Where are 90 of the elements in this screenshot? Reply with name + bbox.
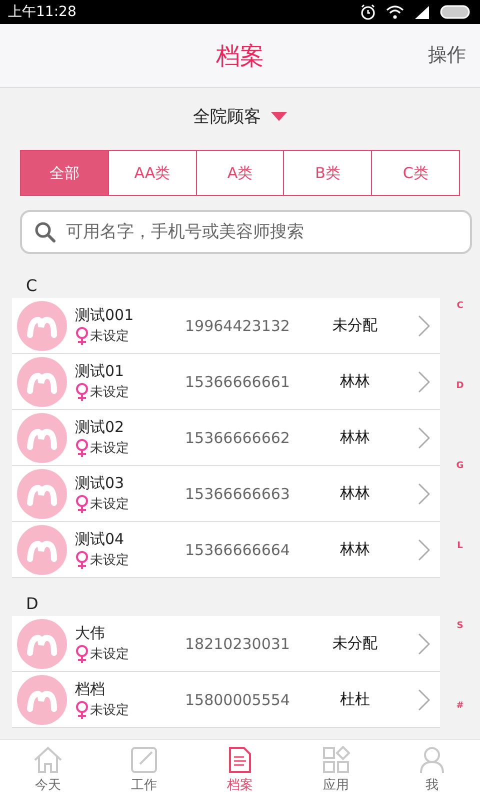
female-icon [75,495,89,513]
search-icon [34,221,56,243]
avatar-icon [17,674,67,724]
assigned-staff: 林林 [339,540,371,559]
gender-label: 未设定 [90,328,129,345]
phone-number: 18210230031 [185,634,291,652]
category-tab[interactable]: 全部 [21,151,108,195]
female-icon [75,645,89,663]
chevron-right-icon [418,426,430,448]
avatar-icon [17,524,67,574]
customer-filter-dropdown[interactable]: 全院顾客 [193,104,287,128]
nav-tab[interactable]: 今天 [0,740,96,800]
chevron-right-icon [418,632,430,654]
gender-label: 未设定 [90,646,129,663]
alarm-icon [360,4,376,20]
phone-number: 15800005554 [185,690,291,708]
female-icon [75,327,89,345]
category-tab[interactable]: B类 [283,151,372,195]
customer-row[interactable]: 测试001 未设定 19964423132 未分配 [12,298,440,354]
section-letter: D [26,594,38,612]
customer-name: 测试02 [75,418,126,437]
female-icon [75,701,89,719]
customer-row[interactable]: 测试04 未设定 15366666664 林林 [12,522,440,578]
customer-row[interactable]: 测试02 未设定 15366666662 林林 [12,410,440,466]
assigned-staff: 林林 [339,372,371,391]
chevron-right-icon [418,370,430,392]
index-letter[interactable]: G [456,460,464,473]
customer-row[interactable]: 测试03 未设定 15366666663 林林 [12,466,440,522]
index-letter[interactable]: L [457,540,463,553]
status-time: 上午11:28 [8,3,76,21]
index-letter[interactable]: C [456,300,464,313]
avatar-icon [17,618,67,668]
phone-number: 15366666663 [185,484,291,502]
chevron-right-icon [418,482,430,504]
customer-row[interactable]: 大伟 未设定 18210230031 未分配 [12,616,440,672]
nav-tab[interactable]: 我 [384,740,480,800]
phone-number: 15366666662 [185,428,291,446]
gender-label: 未设定 [90,552,129,569]
category-tab[interactable]: C类 [371,151,459,195]
document-icon [228,746,252,774]
assigned-staff: 杜杜 [339,690,371,709]
battery-icon [440,4,472,20]
action-button[interactable]: 操作 [428,42,466,68]
assigned-staff: 未分配 [332,634,378,653]
index-letter[interactable]: # [456,700,464,713]
apps-icon [322,746,350,774]
customer-row[interactable]: 档档 未设定 15800005554 杜杜 [12,672,440,728]
customer-name: 测试04 [75,530,126,549]
section-letter: C [26,276,38,294]
chevron-right-icon [418,538,430,560]
avatar-icon [17,300,67,350]
index-letter[interactable]: D [456,380,464,393]
phone-number: 15366666664 [185,540,291,558]
home-icon [33,746,63,774]
avatar-icon [17,412,67,462]
avatar-icon [17,468,67,518]
index-letter[interactable]: S [456,620,464,633]
gender-label: 未设定 [90,440,129,457]
phone-number: 19964423132 [185,316,291,334]
category-tab[interactable]: A类 [196,151,284,195]
chevron-right-icon [418,688,430,710]
female-icon [75,383,89,401]
dropdown-caret-icon [271,112,287,120]
female-icon [75,439,89,457]
page-title: 档案 [216,40,264,72]
assigned-staff: 林林 [339,428,371,447]
avatar-icon [17,356,67,406]
customer-row[interactable]: 测试01 未设定 15366666661 林林 [12,354,440,410]
customer-name: 测试03 [75,474,126,493]
search-field[interactable]: 可用名字，手机号或美容师搜索 [20,210,472,254]
nav-tab[interactable]: 工作 [96,740,192,800]
assigned-staff: 未分配 [332,316,378,335]
edit-icon [130,746,158,774]
wifi-icon [386,5,404,19]
gender-label: 未设定 [90,496,129,513]
chevron-right-icon [418,314,430,336]
nav-tab[interactable]: 应用 [288,740,384,800]
customer-name: 测试001 [75,306,135,325]
customer-name: 大伟 [75,624,106,643]
gender-label: 未设定 [90,384,129,401]
phone-number: 15366666661 [185,372,291,390]
nav-tab[interactable]: 档案 [192,740,288,800]
assigned-staff: 林林 [339,484,371,503]
gender-label: 未设定 [90,702,129,719]
female-icon [75,551,89,569]
signal-icon [414,5,430,19]
person-icon [419,746,445,774]
customer-name: 测试01 [75,362,126,381]
category-tab[interactable]: AA类 [108,151,196,195]
customer-name: 档档 [75,680,106,699]
